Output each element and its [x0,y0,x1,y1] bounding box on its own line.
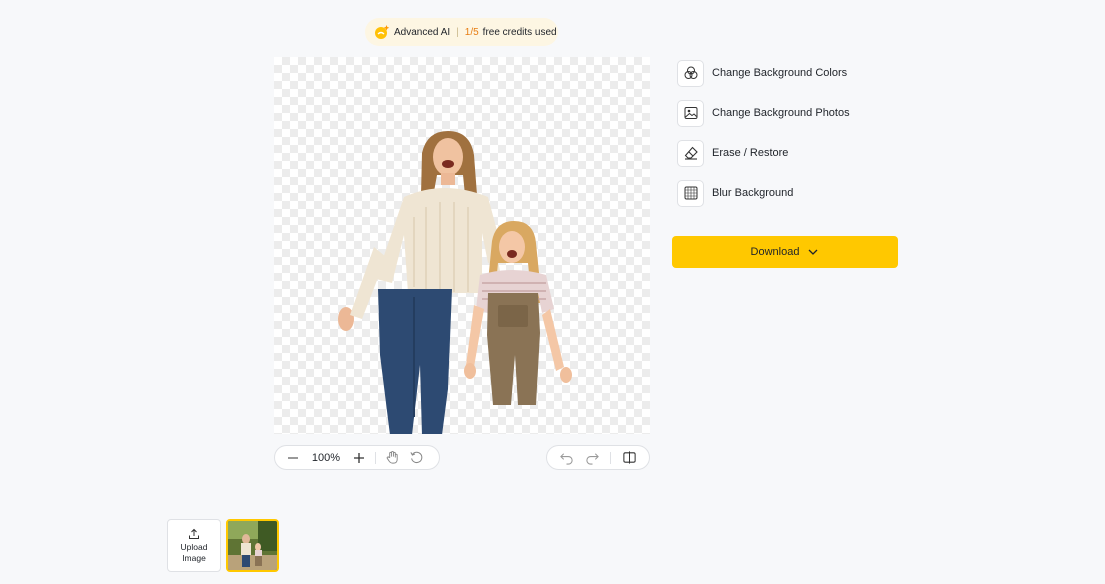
tool-blur-background[interactable]: Blur Background [677,179,907,207]
tool-label: Change Background Colors [712,67,848,79]
plus-icon [354,452,364,463]
eraser-icon [677,139,704,167]
upload-image-button[interactable]: Upload Image [167,519,221,572]
zoom-out-button[interactable] [285,450,301,466]
credits-used-count: 1/5 [464,26,479,38]
palette-circles-icon [677,59,704,87]
pan-hand-button[interactable] [384,450,400,466]
blur-grid-icon [677,179,704,207]
image-icon [677,99,704,127]
compare-split-icon [623,451,636,464]
tool-change-background-colors[interactable]: Change Background Colors [677,59,907,87]
zoom-in-button[interactable] [351,450,367,466]
thumbnail-image [228,521,277,570]
undo-button[interactable] [559,450,575,466]
download-label: Download [750,246,800,258]
zoom-level: 100% [311,451,341,464]
tool-change-background-photos[interactable]: Change Background Photos [677,99,907,127]
cutout-image [338,131,572,434]
tool-erase-restore[interactable]: Erase / Restore [677,139,907,167]
tool-label: Erase / Restore [712,147,789,159]
editor-page: Advanced AI | 1/5 free credits used 100%… [0,0,1105,584]
compare-button[interactable] [621,450,637,466]
undo-icon [560,453,573,465]
chevron-down-icon [808,249,818,255]
edit-tools-panel: Change Background Colors Change Backgrou… [677,59,907,219]
credits-separator: | [456,26,459,38]
ai-sparkle-icon [374,24,390,40]
download-button[interactable]: Download [672,236,898,268]
upload-label-line2: Image [182,552,206,563]
upload-icon [189,528,199,539]
redo-button[interactable] [585,450,601,466]
toolbar-divider [375,451,376,464]
image-thumbnail-selected[interactable] [226,519,279,572]
hand-icon [386,450,398,464]
woman-figure [338,131,504,434]
zoom-toolbar: 100% [274,445,440,470]
tool-label: Blur Background [712,187,794,199]
upload-label-line1: Upload [180,541,208,552]
tool-label: Change Background Photos [712,107,850,119]
image-canvas[interactable] [274,57,650,434]
redo-icon [586,453,599,465]
credits-label: Advanced AI [394,26,451,38]
history-toolbar [546,445,650,470]
toolbar-divider [610,451,612,464]
credits-used-text: free credits used [482,26,557,38]
reset-view-button[interactable] [408,450,424,466]
minus-icon [288,456,298,459]
rotate-reset-icon [409,451,422,464]
credits-badge: Advanced AI | 1/5 free credits used [365,18,558,46]
